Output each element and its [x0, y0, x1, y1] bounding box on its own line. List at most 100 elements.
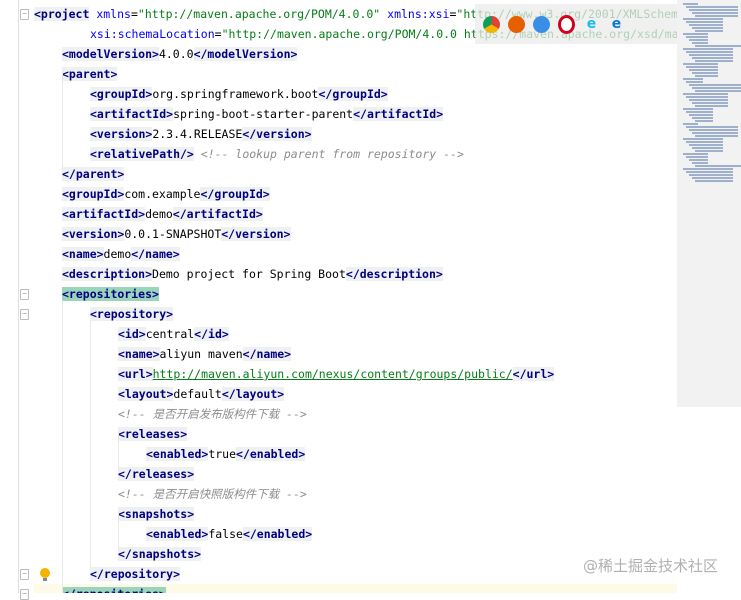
code-line[interactable]: </releases> [0, 464, 677, 484]
code-line[interactable]: <repositories> [0, 284, 677, 304]
minimap-line [695, 60, 733, 62]
opera-icon[interactable] [558, 14, 575, 34]
code-line[interactable]: <groupId>com.example</groupId> [0, 184, 677, 204]
code-text: <url>http://maven.aliyun.com/nexus/conte… [118, 364, 555, 384]
code-line[interactable]: <artifactId>demo</artifactId> [0, 204, 677, 224]
xml-tag: </id> [194, 327, 229, 341]
code-line[interactable]: <name>aliyun maven</name> [0, 344, 677, 364]
code-line[interactable]: <version>0.0.1-SNAPSHOT</version> [0, 224, 677, 244]
indent-guide [118, 430, 119, 470]
code-text: <snapshots> [118, 504, 195, 524]
minimap-line [695, 45, 741, 47]
gutter: − − − − − [0, 0, 34, 600]
fold-marker-icon[interactable]: − [20, 589, 29, 600]
xml-tag: <repositories> [62, 287, 159, 301]
xml-tag: <url> [118, 367, 153, 381]
code-line[interactable]: </repositories> [0, 584, 677, 593]
fold-marker-icon[interactable]: − [20, 289, 29, 300]
code-line[interactable]: <description>Demo project for Spring Boo… [0, 264, 677, 284]
xml-tag: <groupId> [90, 87, 153, 101]
minimap-line [689, 144, 723, 146]
code-line[interactable]: <snapshots> [0, 504, 677, 524]
code-line[interactable]: <modelVersion>4.0.0</modelVersion> [0, 44, 677, 64]
minimap-line [689, 9, 738, 11]
xml-tag: <relativePath/> [90, 147, 194, 161]
code-line[interactable]: <artifactId>spring-boot-starter-parent</… [0, 104, 677, 124]
xml-tag: </parent> [62, 167, 125, 181]
xml-tag: <parent> [62, 67, 118, 81]
minimap-line [683, 18, 723, 20]
code-text: <enabled>false</enabled> [146, 524, 313, 544]
code-line[interactable]: </repository> [0, 564, 677, 584]
minimap-line [683, 48, 733, 50]
xml-text: demo [103, 247, 132, 261]
code-line[interactable]: <!-- 是否开启快照版构件下载 --> [0, 484, 677, 504]
xml-text: false [208, 527, 243, 541]
minimap-line [689, 174, 733, 176]
xml-text: org.springframework.boot [152, 87, 319, 101]
ie-icon[interactable]: e [583, 16, 600, 33]
fold-marker-icon[interactable]: − [20, 569, 29, 580]
code-line[interactable]: </parent> [0, 164, 677, 184]
xml-tag: </snapshots> [118, 547, 202, 561]
xml-tag: <layout> [118, 387, 174, 401]
xml-tag: <releases> [118, 427, 188, 441]
fold-marker-icon[interactable]: − [20, 9, 29, 20]
code-line[interactable]: <id>central</id> [0, 324, 677, 344]
url-link[interactable]: http://maven.aliyun.com/nexus/content/gr… [153, 367, 513, 381]
xml-attribute: xmlns:xsi [387, 7, 450, 21]
code-text: </releases> [118, 464, 195, 484]
code-line[interactable]: <relativePath/> <!-- lookup parent from … [0, 144, 677, 164]
code-line[interactable]: <repository> [0, 304, 677, 324]
xml-text: = [214, 27, 222, 41]
xml-tag: </groupId> [318, 87, 388, 101]
xml-tag: <version> [62, 227, 125, 241]
code-text: <version>2.3.4.RELEASE</version> [90, 124, 312, 144]
firefox-icon[interactable] [508, 15, 525, 33]
minimap-line [692, 27, 723, 29]
code-line[interactable]: <url>http://maven.aliyun.com/nexus/conte… [0, 364, 677, 384]
fold-marker-icon[interactable]: − [20, 309, 29, 320]
xml-tag: <name> [62, 247, 104, 261]
xml-tag: </version> [242, 127, 312, 141]
edge-icon[interactable]: e [608, 16, 625, 33]
xml-tag: </repositories> [62, 587, 166, 593]
minimap-line [686, 141, 723, 143]
indent-guide [62, 70, 63, 170]
code-line[interactable]: <groupId>org.springframework.boot</group… [0, 84, 677, 104]
xml-tag: </name> [131, 247, 180, 261]
minimap-line [686, 111, 713, 113]
code-line[interactable]: <layout>default</layout> [0, 384, 677, 404]
minimap-line [689, 129, 738, 131]
code-line[interactable]: <enabled>false</enabled> [0, 524, 677, 544]
code-line[interactable]: <name>demo</name> [0, 244, 677, 264]
minimap-line [686, 96, 728, 98]
xml-tag: </releases> [118, 467, 195, 481]
code-line[interactable]: </snapshots> [0, 544, 677, 564]
chrome-icon[interactable] [483, 15, 500, 33]
code-text: <parent> [62, 64, 118, 84]
xml-text: 4.0.0 [158, 47, 194, 61]
code-editor[interactable]: <project xmlns="http://maven.apache.org/… [0, 0, 677, 593]
minimap-line [686, 171, 733, 173]
minimap-line [692, 147, 723, 149]
xml-tag: </name> [242, 347, 292, 361]
indent-guide [90, 320, 91, 570]
safari-icon[interactable] [533, 15, 550, 33]
xml-tag: </enabled> [242, 527, 313, 541]
lightbulb-icon[interactable] [40, 568, 50, 581]
code-line[interactable]: <releases> [0, 424, 677, 444]
xml-comment: <!-- lookup parent from repository --> [200, 147, 464, 161]
minimap[interactable] [677, 0, 741, 407]
xml-tag: </modelVersion> [193, 47, 298, 61]
code-text: <repository> [90, 304, 174, 324]
browser-preview-toolbar: e e [475, 4, 677, 44]
code-text: </snapshots> [118, 544, 202, 564]
xml-tag: <repository> [90, 307, 174, 321]
xml-text: demo [145, 207, 173, 221]
code-line[interactable]: <!-- 是否开启发布版构件下载 --> [0, 404, 677, 424]
code-line[interactable]: <enabled>true</enabled> [0, 444, 677, 464]
code-line[interactable]: <version>2.3.4.RELEASE</version> [0, 124, 677, 144]
minimap-line [686, 6, 738, 8]
code-line[interactable]: <parent> [0, 64, 677, 84]
